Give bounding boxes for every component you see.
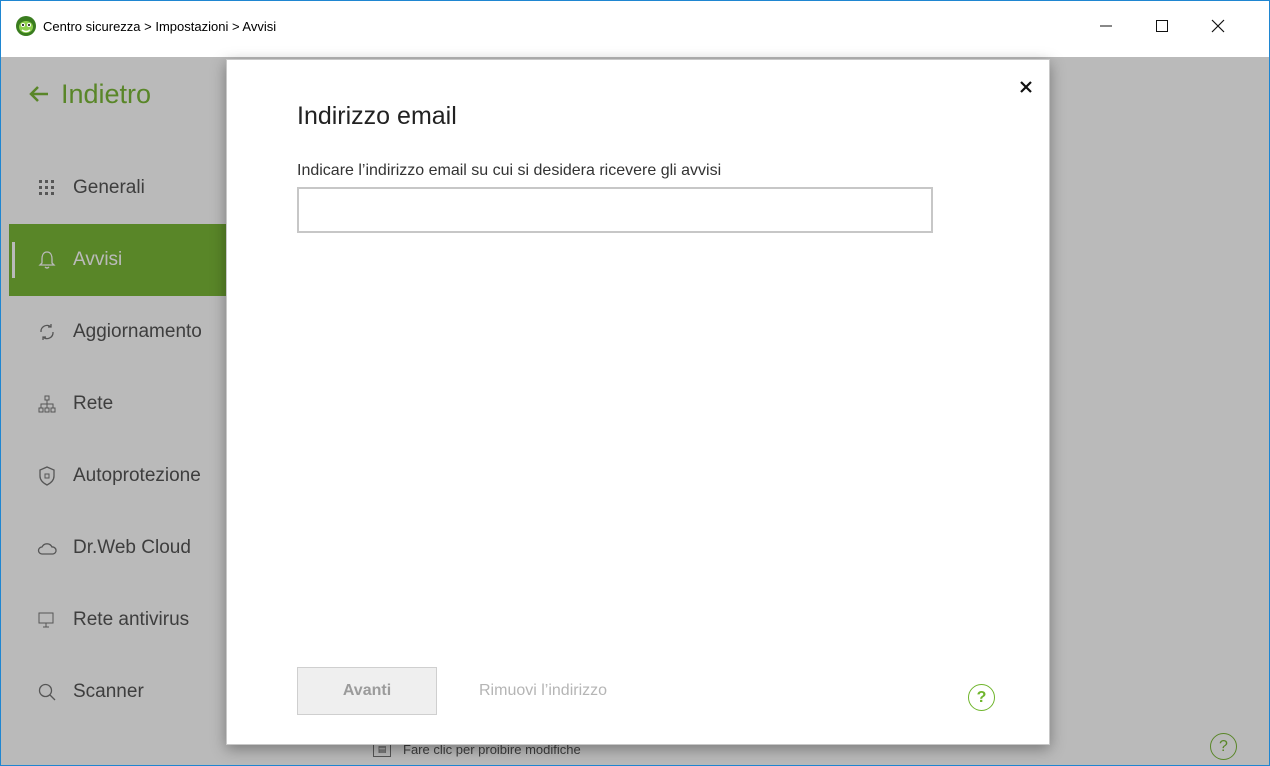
window-title: Centro sicurezza > Impostazioni > Avvisi <box>43 19 277 34</box>
dialog-help-button[interactable]: ? <box>968 684 995 711</box>
window-close-button[interactable] <box>1195 9 1241 43</box>
dialog-title: Indirizzo email <box>297 102 457 130</box>
minimize-button[interactable] <box>1083 9 1129 43</box>
email-field[interactable] <box>297 187 933 233</box>
next-button[interactable]: Avanti <box>297 667 437 715</box>
email-field-label: Indicare l’indirizzo email su cui si des… <box>297 162 722 179</box>
close-icon <box>1020 81 1032 93</box>
maximize-button[interactable] <box>1139 9 1185 43</box>
remove-address-link[interactable]: Rimuovi l’indirizzo <box>479 682 607 700</box>
maximize-icon <box>1156 20 1168 32</box>
title-bar: Centro sicurezza > Impostazioni > Avvisi <box>1 1 1269 57</box>
drweb-logo-icon <box>15 15 37 37</box>
email-dialog: Indirizzo email Indicare l’indirizzo ema… <box>226 59 1050 745</box>
app-window: Centro sicurezza > Impostazioni > Avvisi… <box>0 0 1270 766</box>
minimize-icon <box>1100 25 1112 27</box>
dialog-close-button[interactable] <box>1015 76 1037 98</box>
close-icon <box>1211 19 1225 33</box>
